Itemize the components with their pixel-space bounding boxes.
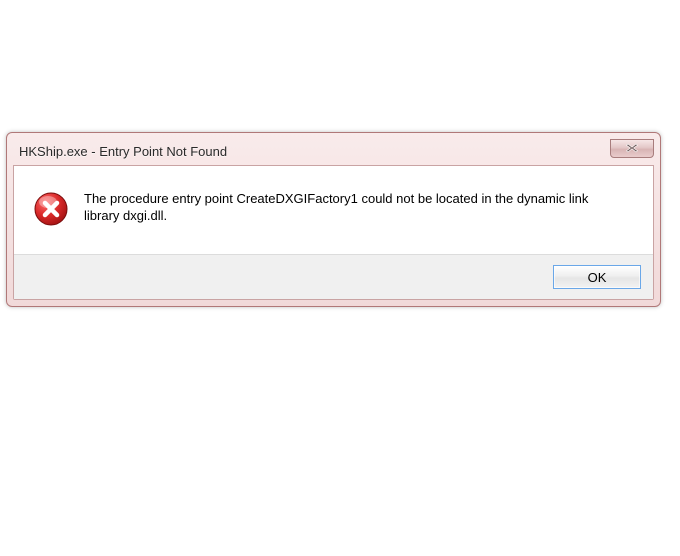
dialog-message: The procedure entry point CreateDXGIFact… xyxy=(84,190,624,224)
ok-button[interactable]: OK xyxy=(553,265,641,289)
dialog-client-area: The procedure entry point CreateDXGIFact… xyxy=(13,165,654,300)
dialog-title: HKShip.exe - Entry Point Not Found xyxy=(19,144,227,159)
close-button[interactable] xyxy=(610,139,654,158)
error-icon xyxy=(34,192,68,226)
dialog-body: The procedure entry point CreateDXGIFact… xyxy=(14,166,653,254)
error-dialog: HKShip.exe - Entry Point Not Found xyxy=(6,132,661,307)
dialog-button-row: OK xyxy=(14,254,653,299)
close-icon xyxy=(625,143,639,153)
ok-button-label: OK xyxy=(588,270,607,285)
titlebar[interactable]: HKShip.exe - Entry Point Not Found xyxy=(13,139,654,165)
